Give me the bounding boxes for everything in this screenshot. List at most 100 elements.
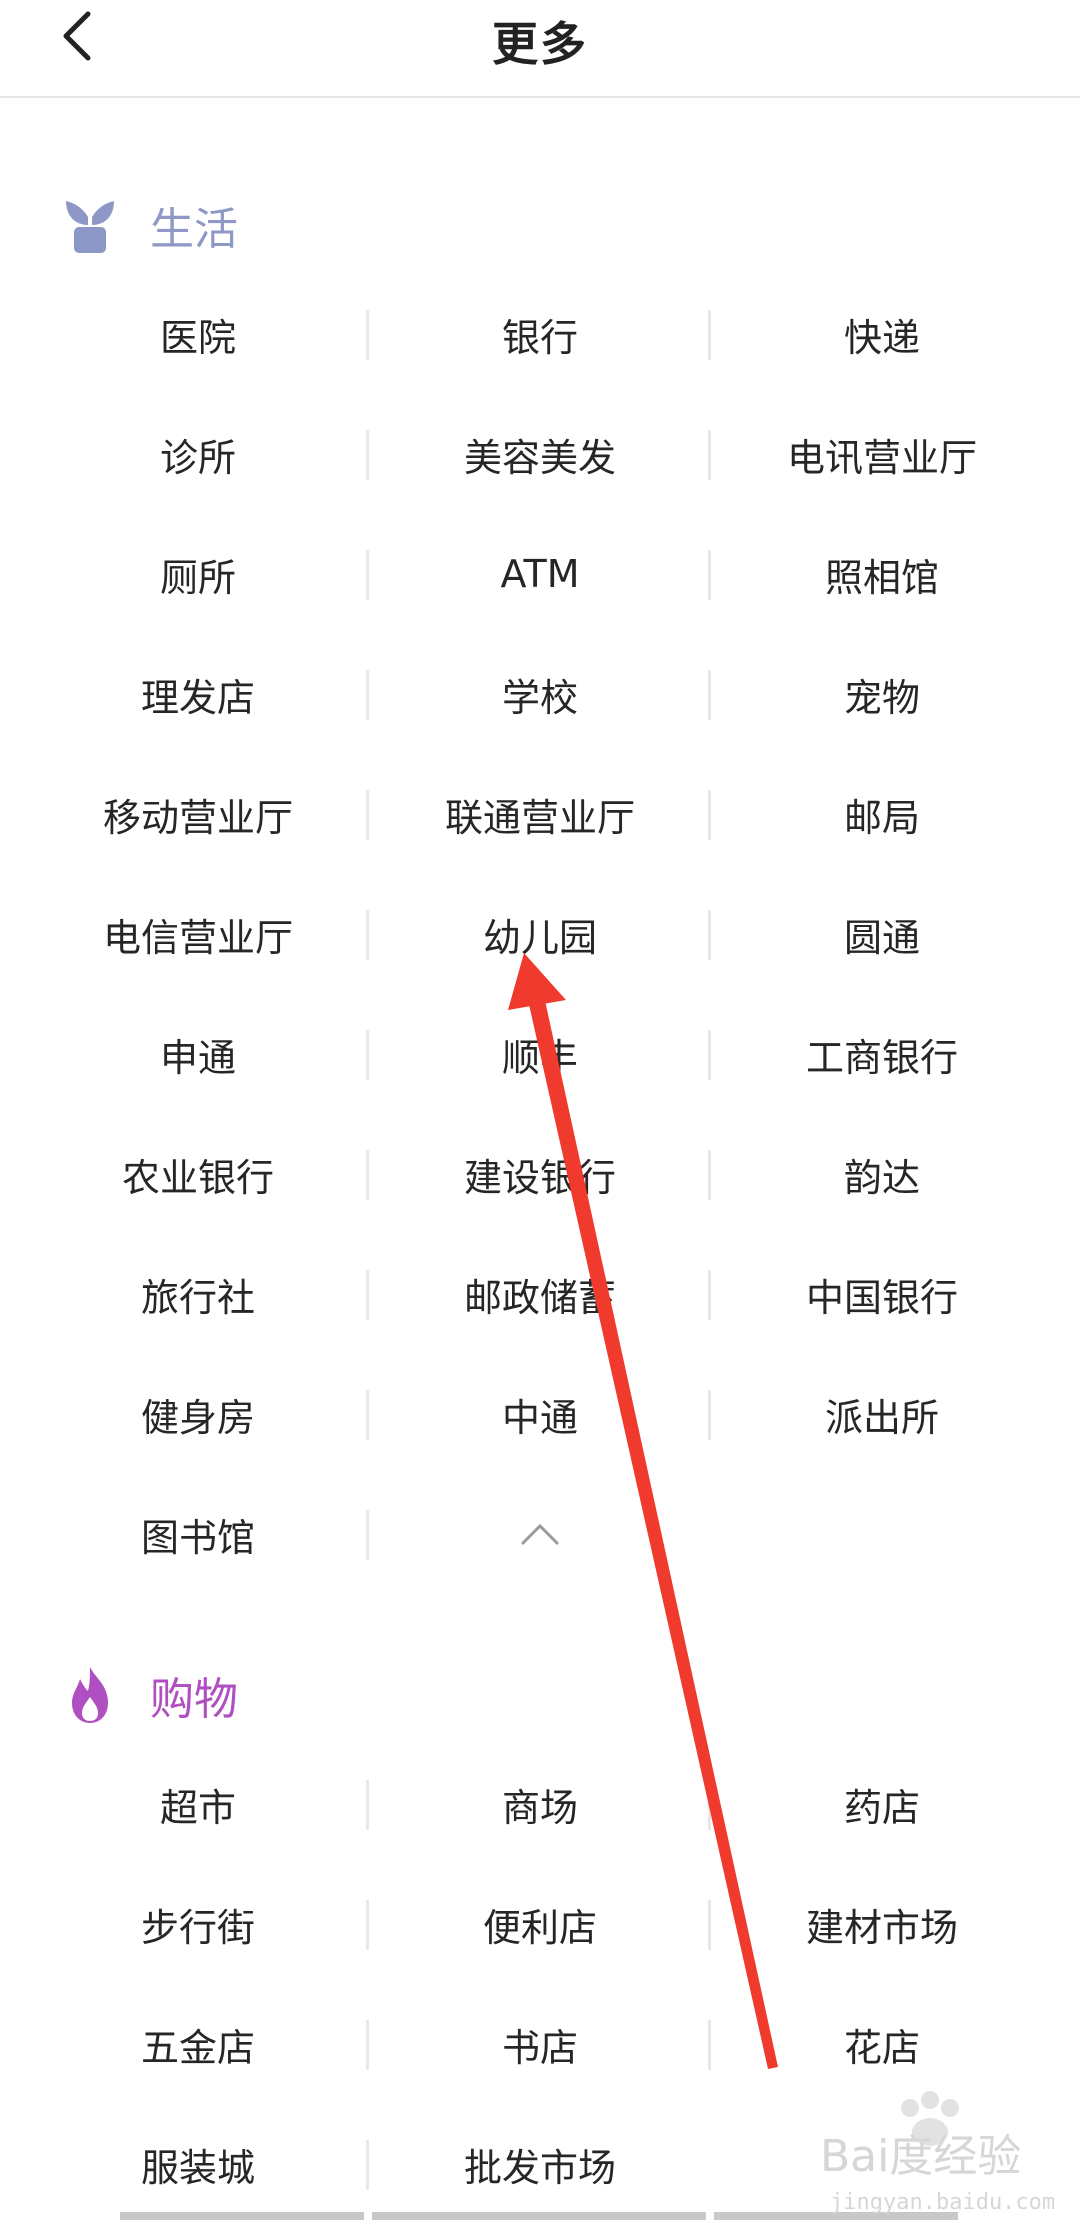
grid-row: 电信营业厅 幼儿园 圆通 [0,874,1080,994]
section-header-shopping: 购物 [60,1660,238,1730]
grid-row: 健身房 中通 派出所 [0,1354,1080,1474]
watermark-text: Bai度经验 [820,2131,1022,2182]
column-divider [366,670,369,720]
section-header-life: 生活 [60,190,238,260]
column-divider [366,790,369,840]
grid-row: 移动营业厅 联通营业厅 邮局 [0,754,1080,874]
category-item[interactable]: 医院 [28,274,368,394]
column-divider [366,1510,369,1560]
category-item[interactable]: 韵达 [712,1114,1052,1234]
category-item[interactable]: 服装城 [28,2104,368,2224]
column-divider [366,430,369,480]
column-divider [366,550,369,600]
grid-row: 超市 商场 药店 [0,1744,1080,1864]
chevron-up-icon [520,1523,560,1546]
category-item[interactable]: 银行 [370,274,710,394]
category-item[interactable]: 诊所 [28,394,368,514]
category-item[interactable]: 派出所 [712,1354,1052,1474]
column-divider [708,1900,711,1950]
bottom-tab-indicator [120,2212,364,2220]
category-item[interactable]: 药店 [712,1744,1052,1864]
category-item[interactable]: 步行街 [28,1864,368,1984]
category-item[interactable]: 中国银行 [712,1234,1052,1354]
column-divider [366,2140,369,2190]
category-item[interactable]: 学校 [370,634,710,754]
column-divider [708,1150,711,1200]
category-item[interactable]: ATM [370,514,710,634]
category-item[interactable]: 快递 [712,274,1052,394]
category-item[interactable]: 联通营业厅 [370,754,710,874]
category-item[interactable]: 旅行社 [28,1234,368,1354]
category-item[interactable]: 宠物 [712,634,1052,754]
column-divider [708,1780,711,1830]
column-divider [366,1780,369,1830]
category-item[interactable]: 移动营业厅 [28,754,368,874]
column-divider [708,550,711,600]
category-item[interactable]: 批发市场 [370,2104,710,2224]
category-item[interactable]: 幼儿园 [370,874,710,994]
column-divider [708,670,711,720]
column-divider [708,910,711,960]
grid-row: 医院 银行 快递 [0,274,1080,394]
category-item[interactable]: 商场 [370,1744,710,1864]
page-title: 更多 [492,17,588,71]
category-item[interactable]: 建材市场 [712,1864,1052,1984]
category-item[interactable]: 工商银行 [712,994,1052,1114]
column-divider [366,1150,369,1200]
category-item[interactable]: 中通 [370,1354,710,1474]
column-divider [366,1900,369,1950]
column-divider [708,310,711,360]
column-divider [366,310,369,360]
category-item[interactable]: 农业银行 [28,1114,368,1234]
category-item[interactable]: 申通 [28,994,368,1114]
watermark: Bai度经验 jingyan.baidu.com [820,2090,1060,2220]
grid-row: 理发店 学校 宠物 [0,634,1080,754]
category-item[interactable]: 圆通 [712,874,1052,994]
category-item[interactable]: 图书馆 [28,1474,368,1594]
category-item[interactable]: 电信营业厅 [28,874,368,994]
grid-row: 厕所 ATM 照相馆 [0,514,1080,634]
section-title-shopping: 购物 [150,1674,238,1725]
column-divider [366,1390,369,1440]
flame-icon [72,1667,108,1723]
collapse-button[interactable] [370,1474,710,1594]
category-item[interactable]: 书店 [370,1984,710,2104]
category-item[interactable]: 建设银行 [370,1114,710,1234]
category-item[interactable]: 超市 [28,1744,368,1864]
category-item[interactable]: 电讯营业厅 [712,394,1052,514]
bottom-tab-indicator [372,2212,706,2220]
column-divider [708,1270,711,1320]
column-divider [366,2020,369,2070]
category-item[interactable]: 顺丰 [370,994,710,1114]
grid-row: 农业银行 建设银行 韵达 [0,1114,1080,1234]
category-item[interactable]: 理发店 [28,634,368,754]
sprout-icon [66,201,114,253]
category-item[interactable]: 邮政储蓄 [370,1234,710,1354]
column-divider [366,1030,369,1080]
column-divider [708,430,711,480]
category-item[interactable]: 美容美发 [370,394,710,514]
category-item[interactable]: 花店 [712,1984,1052,2104]
column-divider [708,1390,711,1440]
column-divider [708,790,711,840]
watermark-url: jingyan.baidu.com [830,2190,1056,2215]
top-bar: 更多 [0,0,1080,98]
grid-row: 步行街 便利店 建材市场 [0,1864,1080,1984]
category-item[interactable]: 厕所 [28,514,368,634]
grid-row: 诊所 美容美发 电讯营业厅 [0,394,1080,514]
category-item[interactable]: 照相馆 [712,514,1052,634]
life-grid: 医院 银行 快递 诊所 美容美发 电讯营业厅 厕所 ATM 照相馆 理发店 学校 宠物 移动营业厅 联通营… [0,274,1080,1594]
grid-row: 图书馆 [0,1474,1080,1594]
category-item[interactable]: 健身房 [28,1354,368,1474]
category-item[interactable]: 便利店 [370,1864,710,1984]
column-divider [708,1030,711,1080]
grid-row: 五金店 书店 花店 [0,1984,1080,2104]
section-title-life: 生活 [150,204,238,255]
grid-row: 申通 顺丰 工商银行 [0,994,1080,1114]
column-divider [366,1270,369,1320]
category-item[interactable]: 邮局 [712,754,1052,874]
column-divider [366,910,369,960]
category-item[interactable]: 五金店 [28,1984,368,2104]
column-divider [708,2020,711,2070]
grid-row: 旅行社 邮政储蓄 中国银行 [0,1234,1080,1354]
